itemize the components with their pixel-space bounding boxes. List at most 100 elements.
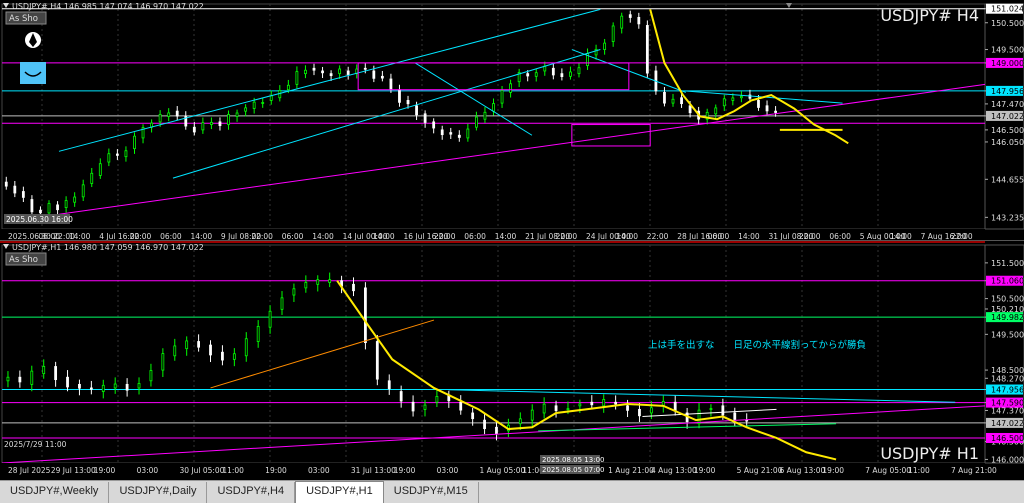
candle-body xyxy=(774,110,777,113)
candle-body xyxy=(671,98,675,104)
candle-body xyxy=(745,419,749,422)
candle-body xyxy=(733,412,737,420)
price-level-badge-label: 147.590 xyxy=(991,399,1024,408)
candle-body xyxy=(399,391,403,402)
candle-body xyxy=(688,105,692,114)
time-tick-label: 06:00 xyxy=(160,232,182,240)
candle-body xyxy=(192,126,196,133)
candle-body xyxy=(398,89,401,103)
time-tick-label: 22:00 xyxy=(556,232,578,240)
candle-body xyxy=(312,67,316,71)
candle-body xyxy=(483,111,487,120)
time-tick-label: 30 Jul 05:00 xyxy=(179,466,224,475)
candle-body xyxy=(611,25,615,42)
time-tick-label: 14:00 xyxy=(890,232,912,240)
candle-body xyxy=(566,408,570,411)
price-tick-label: 151.500 xyxy=(991,259,1024,268)
candle-body xyxy=(30,370,34,385)
candle-body xyxy=(389,78,393,90)
candle-body xyxy=(432,121,436,129)
time-tick-label: 22:00 xyxy=(799,232,821,240)
chart-symbol-title: USDJPY# H4 xyxy=(880,6,979,25)
candle-body xyxy=(221,351,224,361)
candle-body xyxy=(603,42,607,50)
tab-daily[interactable]: USDJPY#,Daily xyxy=(109,482,208,503)
candle-body xyxy=(137,383,141,389)
price-tick-label: 144.655 xyxy=(991,175,1024,184)
time-tick-label: 06:00 xyxy=(464,232,486,240)
candle-body xyxy=(295,71,299,85)
candle-body xyxy=(66,376,69,388)
candle-body xyxy=(201,122,205,131)
candle-body xyxy=(673,401,677,411)
time-tick-label: 5 Aug 21:00 xyxy=(737,466,783,475)
time-tick-label: 22:00 xyxy=(251,232,273,240)
as-show-button-label[interactable]: As Sho xyxy=(9,14,38,24)
candle-body xyxy=(73,196,77,203)
h4-chart-svg[interactable]: 151.024 150.500 149.500 149.000 147.956 147.4… xyxy=(0,0,1024,240)
time-tick-label: 7 Aug 21:00 xyxy=(951,466,997,475)
time-tick-label: 06:00 xyxy=(38,232,60,240)
candle-body xyxy=(209,344,212,356)
crosshair-time-label: 2025.08.05 13:00 xyxy=(542,456,604,464)
candle-body xyxy=(387,380,391,390)
candle-body xyxy=(89,387,93,390)
candle-body xyxy=(466,128,470,139)
smile-indicator-icon[interactable] xyxy=(20,62,46,84)
as-show-button-label[interactable]: As Sho xyxy=(9,255,38,265)
candle-body xyxy=(227,114,230,125)
time-tick-label: 6 Aug 13:00 xyxy=(780,466,826,475)
price-tick-label: 147.470 xyxy=(991,100,1024,109)
candle-body xyxy=(492,103,495,112)
h4-chart-panel[interactable]: 151.024 150.500 149.500 149.000 147.956 147.4… xyxy=(0,0,1024,240)
price-level-badge-label: 147.956 xyxy=(991,386,1024,395)
candle-body xyxy=(602,399,606,407)
price-tick-label: 147.370 xyxy=(991,406,1024,415)
price-tick-label: 150.500 xyxy=(991,295,1024,304)
tab-h4[interactable]: USDJPY#,H4 xyxy=(207,482,296,503)
candle-body xyxy=(107,153,111,163)
candle-body xyxy=(649,407,653,414)
candle-body xyxy=(518,418,522,425)
candle-body xyxy=(411,401,415,412)
candle-body xyxy=(210,121,213,125)
h1-chart-svg[interactable]: 151.500151.000150.500150.210149.982149.5… xyxy=(0,241,1024,478)
h1-chart-panel[interactable]: 151.500151.000150.500150.210149.982149.5… xyxy=(0,241,1024,478)
candle-body xyxy=(380,75,384,79)
candle-body xyxy=(232,353,236,360)
time-tick-label: 14:00 xyxy=(373,232,395,240)
tab-h1[interactable]: USDJPY#,H1 xyxy=(295,481,384,503)
candle-body xyxy=(304,282,308,289)
tab-weekly[interactable]: USDJPY#,Weekly xyxy=(0,482,110,503)
price-tick-label: 149.500 xyxy=(991,330,1024,339)
candle-body xyxy=(304,69,307,75)
candle-body xyxy=(244,107,248,112)
candle-body xyxy=(321,70,324,74)
candle-body xyxy=(731,97,735,101)
crosshair-time-label: 2025.06.30 16:00 xyxy=(6,215,73,224)
candle-body xyxy=(244,338,248,357)
crosshair-time-label: 2025.08.05 07:00 xyxy=(542,466,604,474)
tab-m15[interactable]: USDJPY#,M15 xyxy=(384,482,479,503)
time-tick-label: 7 Aug 05:00 xyxy=(865,466,911,475)
time-tick-label: 14:00 xyxy=(738,232,760,240)
candle-body xyxy=(269,95,273,101)
candle-body xyxy=(363,67,367,70)
candle-body xyxy=(663,91,666,104)
time-tick-label: 19:00 xyxy=(265,466,287,475)
candle-body xyxy=(614,401,618,405)
candle-body xyxy=(158,113,162,123)
time-tick-label: 03:00 xyxy=(137,466,159,475)
candle-body xyxy=(542,403,546,414)
candle-body xyxy=(54,366,58,381)
candle-body xyxy=(620,15,624,29)
candle-body xyxy=(125,383,129,391)
candle-body xyxy=(714,107,718,115)
candle-body xyxy=(197,341,201,348)
price-tick-label: 146.000 xyxy=(991,455,1024,464)
candle-body xyxy=(534,72,538,77)
candle-body xyxy=(21,191,25,198)
time-tick-label: 14:00 xyxy=(495,232,517,240)
candle-body xyxy=(338,68,342,75)
candle-body xyxy=(626,405,629,411)
